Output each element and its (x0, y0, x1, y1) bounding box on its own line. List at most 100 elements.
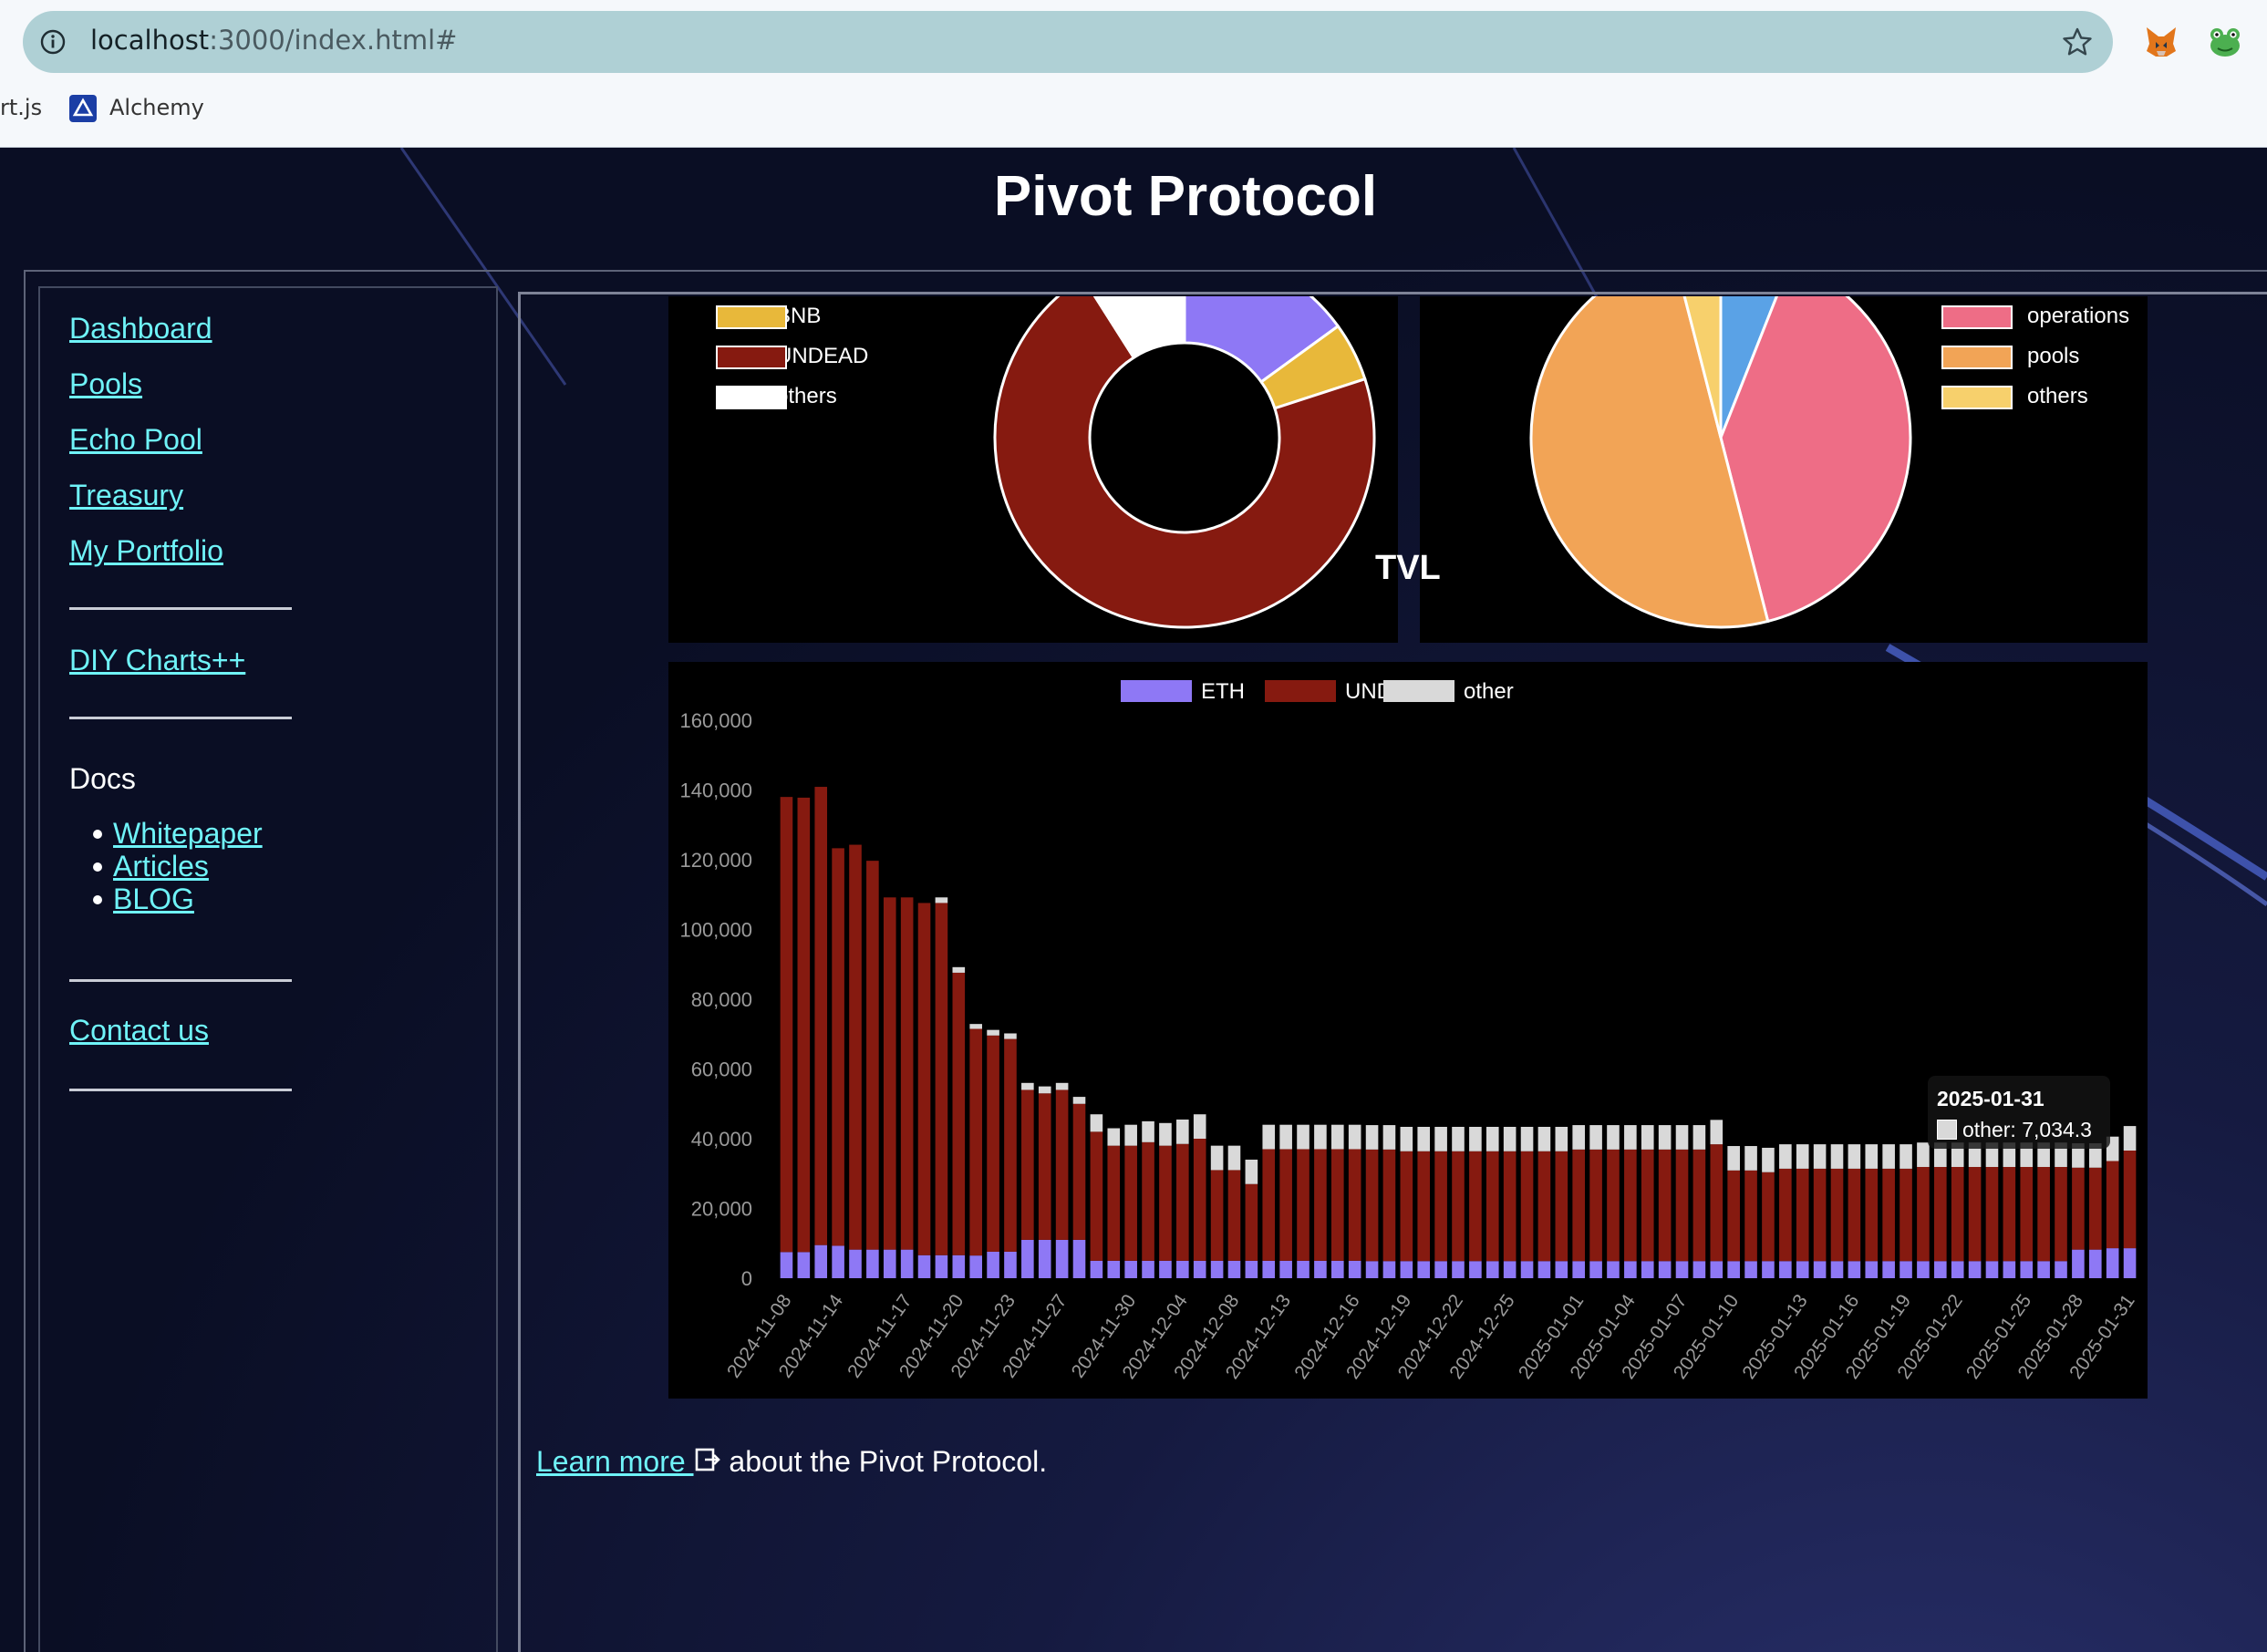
bar-eth (1400, 1261, 1413, 1278)
legend-item-pools[interactable]: pools (1941, 344, 2079, 369)
bar-undead (952, 972, 966, 1255)
frog-extension-icon[interactable] (2207, 24, 2243, 60)
doc-link-label[interactable]: Articles (113, 850, 209, 883)
bar-other (1503, 1126, 1517, 1151)
bookmark-alchemy[interactable]: Alchemy (109, 95, 204, 120)
bar-other (1176, 1119, 1189, 1144)
bar-eth (1176, 1260, 1189, 1278)
bar-undead (1107, 1145, 1121, 1261)
legend-item-others[interactable]: others (1941, 384, 2088, 409)
bar-other (1485, 1126, 1499, 1151)
metamask-fox-icon[interactable] (2143, 24, 2179, 60)
bar-undead (1365, 1149, 1379, 1262)
bar-other (1882, 1144, 1895, 1169)
nav-pools[interactable]: Pools (69, 367, 142, 401)
bar-other (1210, 1145, 1224, 1171)
legend-swatch (1941, 386, 2013, 409)
bar-eth (1917, 1261, 1930, 1278)
legend-item-bnb[interactable]: BNB (716, 304, 821, 329)
bar-other (1227, 1145, 1241, 1171)
external-link-icon[interactable] (694, 1446, 721, 1473)
bar-eth (2088, 1249, 2102, 1278)
bar-eth (952, 1254, 966, 1278)
legend-item-others[interactable]: others (716, 384, 837, 409)
legend-swatch (716, 305, 787, 329)
bar-undead (2106, 1161, 2119, 1249)
nav-contact-us[interactable]: Contact us (69, 1014, 209, 1048)
bar-other (1365, 1125, 1379, 1150)
doc-link-label[interactable]: Whitepaper (113, 817, 263, 850)
legend-item-operations[interactable]: operations (1941, 304, 2129, 329)
doc-whitepaper[interactable]: Whitepaper (93, 817, 263, 851)
bar-undead (1555, 1151, 1568, 1262)
bar-undead (814, 787, 828, 1245)
doc-blog[interactable]: BLOG (93, 883, 194, 916)
legend-swatch (716, 346, 787, 369)
tooltip-title: 2025-01-31 (1937, 1087, 2044, 1110)
bar-eth (1485, 1261, 1499, 1278)
bar-eth (1434, 1261, 1447, 1278)
bar-eth (1314, 1260, 1327, 1278)
bar-eth (1021, 1239, 1034, 1278)
doc-articles[interactable]: Articles (93, 850, 209, 883)
y-tick-label: 160,000 (679, 709, 752, 732)
bar-eth (1227, 1260, 1241, 1278)
bar-other (1917, 1142, 1930, 1167)
bar-eth (832, 1245, 844, 1278)
bar-undead (1159, 1145, 1172, 1261)
bar-undead (1779, 1168, 1792, 1262)
bar-other (1400, 1126, 1413, 1151)
bookmark-chartjs[interactable]: rt.js (0, 95, 42, 120)
bar-undead (1055, 1089, 1069, 1240)
bar-other (2123, 1126, 2137, 1151)
bar-eth (1210, 1260, 1224, 1278)
bar-undead (1813, 1168, 1827, 1262)
address-bar[interactable]: localhost:3000/index.html# (23, 11, 2113, 73)
bar-undead (1245, 1183, 1258, 1261)
bar-undead (2020, 1166, 2034, 1262)
nav-my-portfolio[interactable]: My Portfolio (69, 534, 223, 568)
star-icon[interactable] (2062, 26, 2093, 57)
bar-eth (1968, 1261, 1982, 1278)
bar-eth (1193, 1260, 1206, 1278)
url-host: localhost (90, 25, 210, 56)
bar-other (952, 966, 966, 973)
doc-link-label[interactable]: BLOG (113, 883, 194, 915)
bar-undead (1675, 1149, 1689, 1262)
bar-other (1159, 1122, 1172, 1146)
legend-item-undead[interactable]: UNDEAD (716, 344, 868, 369)
nav-dashboard[interactable]: Dashboard (69, 312, 212, 346)
divider (69, 979, 292, 982)
bar-undead (1934, 1166, 1947, 1262)
bar-other (1382, 1125, 1396, 1150)
info-icon[interactable] (39, 28, 67, 56)
url-text[interactable]: localhost:3000/index.html# (90, 25, 457, 56)
bar-undead (832, 848, 844, 1246)
nav-diy-charts[interactable]: DIY Charts++ (69, 644, 245, 677)
bar-undead (1641, 1149, 1654, 1262)
bar-other (1279, 1124, 1292, 1150)
bar-eth (1520, 1261, 1534, 1278)
bar-other (1348, 1124, 1361, 1150)
bar-eth (814, 1244, 828, 1278)
learn-more-link[interactable]: Learn more (536, 1445, 694, 1478)
bar-other (935, 897, 948, 903)
bar-other (1796, 1144, 1809, 1169)
bar-eth (1934, 1261, 1947, 1278)
bar-other (1193, 1114, 1206, 1139)
bar-undead (1917, 1166, 1930, 1262)
bar-eth (2055, 1261, 2067, 1278)
nav-treasury[interactable]: Treasury (69, 479, 183, 512)
bar-other (1848, 1144, 1861, 1169)
bar-undead (1710, 1144, 1724, 1262)
bar-eth (1348, 1260, 1361, 1278)
tvl-bar-chart: ETHUNDEADother020,00040,00060,00080,0001… (679, 679, 2138, 1383)
bar-other (1452, 1126, 1465, 1151)
bar-undead (1485, 1151, 1499, 1262)
bar-undead (1004, 1038, 1017, 1252)
bar-undead (1210, 1170, 1224, 1261)
nav-echo-pool[interactable]: Echo Pool (69, 423, 202, 457)
bar-eth (1279, 1260, 1292, 1278)
alchemy-icon[interactable] (69, 95, 97, 122)
bar-other (1900, 1144, 1912, 1169)
